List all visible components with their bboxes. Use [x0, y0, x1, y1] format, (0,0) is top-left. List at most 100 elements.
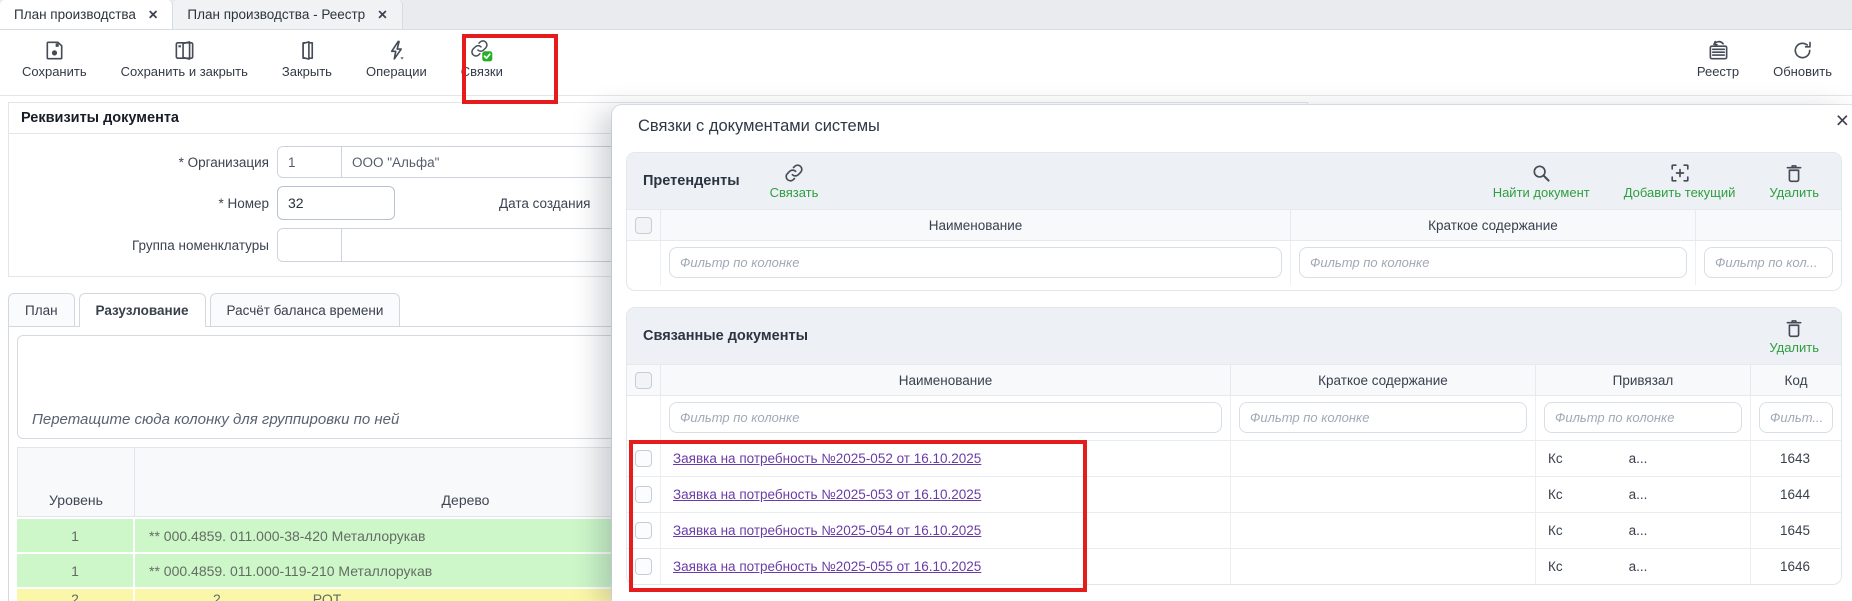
toolbar: Сохранить Сохранить и закрыть Закрыть Оп… — [0, 30, 1852, 96]
subtab-razuzlovanie[interactable]: Разузлование — [78, 293, 206, 327]
tab-plan-proizvodstva[interactable]: План производства ✕ — [0, 0, 174, 29]
close-document-button[interactable]: Закрыть — [278, 37, 336, 81]
row-checkbox[interactable] — [635, 558, 652, 575]
code-cell: 1645 — [1779, 523, 1811, 538]
subtab-balance[interactable]: Расчёт баланса времени — [209, 293, 401, 326]
summary-cell — [1231, 513, 1536, 548]
row-checkbox[interactable] — [635, 522, 652, 539]
lightning-operations-icon — [390, 40, 404, 60]
filter-name-input[interactable] — [669, 402, 1222, 433]
linked-filter-row — [627, 396, 1841, 440]
tab-plan-reestr[interactable]: План производства - Реестр ✕ — [173, 0, 403, 29]
subtab-plan[interactable]: План — [8, 293, 75, 326]
filter-extra-input[interactable] — [1704, 247, 1833, 278]
column-header-summary[interactable]: Краткое содержание — [1291, 210, 1696, 240]
column-header-code[interactable]: Код — [1751, 365, 1841, 395]
app-window: План производства ✕ План производства - … — [0, 0, 1852, 601]
column-header-summary[interactable]: Краткое содержание — [1231, 365, 1536, 395]
select-all-checkbox[interactable] — [635, 371, 652, 389]
column-header-name[interactable]: Наименование — [661, 210, 1291, 240]
linked-document-row[interactable]: Заявка на потребность №2025-054 от 16.10… — [627, 512, 1841, 548]
modal-title: Связки с документами системы — [638, 117, 880, 135]
column-header-name[interactable]: Наименование — [661, 365, 1231, 395]
trash-icon — [1786, 165, 1802, 183]
delete-linked-button[interactable]: Удалить — [1769, 317, 1819, 355]
organization-code-input[interactable] — [278, 147, 342, 177]
code-cell: 1646 — [1779, 559, 1811, 574]
modal-close-icon[interactable]: × — [1836, 109, 1849, 132]
search-icon — [1533, 165, 1550, 182]
linked-documents-label: Связанные документы — [643, 328, 808, 344]
code-cell: 1644 — [1779, 487, 1811, 502]
find-document-button[interactable]: Найти документ — [1493, 162, 1590, 200]
tab-label: План производства — [14, 7, 136, 22]
nomenclature-group-name-input[interactable] — [342, 229, 616, 261]
tab-close-icon[interactable]: ✕ — [148, 7, 158, 22]
linked-actions: Удалить — [1769, 317, 1825, 355]
column-header-extra[interactable] — [1696, 210, 1841, 240]
delete-candidates-button[interactable]: Удалить — [1769, 162, 1819, 200]
window-tab-bar: План производства ✕ План производства - … — [0, 0, 1852, 30]
candidates-label: Претенденты — [643, 173, 740, 189]
candidates-actions: Найти документ Добавить текущий Удалить — [1493, 162, 1825, 200]
linked-panel-header: Связанные документы Удалить — [627, 308, 1841, 364]
organization-name-input[interactable] — [342, 147, 616, 177]
panel-bottom-pad — [627, 285, 1841, 290]
operations-button[interactable]: Операции — [362, 37, 431, 81]
column-header-linked-by[interactable]: Привязал — [1536, 365, 1751, 395]
linked-document-row[interactable]: Заявка на потребность №2025-055 от 16.10… — [627, 548, 1841, 584]
linked-documents-panel: Связанные документы Удалить Наименование — [626, 307, 1842, 585]
filter-name-input[interactable] — [669, 247, 1282, 278]
group-by-hint: Перетащите сюда колонку для группировки … — [32, 411, 400, 428]
select-all-checkbox[interactable] — [635, 216, 652, 234]
trash-icon — [1786, 320, 1802, 338]
nomenclature-group-code-input[interactable] — [278, 229, 342, 261]
linked-by-cell: Кс а... — [1536, 549, 1751, 584]
chain-link-icon — [785, 164, 803, 182]
registry-list-icon — [1709, 40, 1727, 60]
tree-fragment: РОТ — [312, 591, 342, 601]
linked-document-row[interactable]: Заявка на потребность №2025-053 от 16.10… — [627, 476, 1841, 512]
column-header-level[interactable]: Уровень — [17, 447, 135, 517]
registry-button[interactable]: Реестр — [1693, 37, 1743, 81]
save-close-icon — [175, 41, 194, 60]
linked-by-cell: Кс а... — [1536, 441, 1751, 476]
linked-by-cell: Кс а... — [1536, 477, 1751, 512]
nomenclature-group-label: Группа номенклатуры — [131, 237, 269, 253]
nomenclature-group-field — [277, 228, 617, 262]
door-close-icon — [302, 41, 314, 60]
organization-label: * Организация — [178, 154, 269, 170]
link-document-button[interactable]: Связать — [770, 162, 818, 200]
tree-fragment: 2 — [213, 591, 221, 601]
select-all-checkbox-cell — [627, 210, 661, 240]
document-link[interactable]: Заявка на потребность №2025-052 от 16.10… — [673, 451, 981, 466]
code-cell: 1643 — [1779, 451, 1811, 466]
linked-document-row[interactable]: Заявка на потребность №2025-052 от 16.10… — [627, 440, 1841, 476]
refresh-icon — [1794, 41, 1811, 59]
number-input[interactable] — [277, 186, 395, 220]
save-and-close-button[interactable]: Сохранить и закрыть — [117, 37, 252, 81]
save-button[interactable]: Сохранить — [18, 37, 91, 81]
add-current-button[interactable]: Добавить текущий — [1624, 162, 1735, 200]
candidates-panel: Претенденты Связать Найти документ Добав… — [626, 152, 1842, 291]
candidates-table-header: Наименование Краткое содержание — [627, 209, 1841, 241]
candidates-panel-header: Претенденты Связать Найти документ Добав… — [627, 153, 1841, 209]
refresh-button[interactable]: Обновить — [1769, 37, 1836, 81]
filter-summary-input[interactable] — [1239, 402, 1527, 433]
tab-close-icon[interactable]: ✕ — [377, 7, 387, 22]
document-link[interactable]: Заявка на потребность №2025-053 от 16.10… — [673, 487, 981, 502]
links-button[interactable]: Связки — [457, 37, 507, 81]
document-link[interactable]: Заявка на потребность №2025-054 от 16.10… — [673, 523, 981, 538]
row-checkbox[interactable] — [635, 486, 652, 503]
organization-field — [277, 146, 617, 178]
row-checkbox[interactable] — [635, 450, 652, 467]
filter-code-input[interactable] — [1759, 402, 1833, 433]
filter-summary-input[interactable] — [1299, 247, 1687, 278]
save-icon — [46, 41, 63, 60]
document-link[interactable]: Заявка на потребность №2025-055 от 16.10… — [673, 559, 981, 574]
summary-cell — [1231, 477, 1536, 512]
summary-cell — [1231, 441, 1536, 476]
filter-linked-by-input[interactable] — [1544, 402, 1742, 433]
tab-label: План производства - Реестр — [187, 7, 366, 22]
add-current-icon — [1670, 164, 1689, 182]
